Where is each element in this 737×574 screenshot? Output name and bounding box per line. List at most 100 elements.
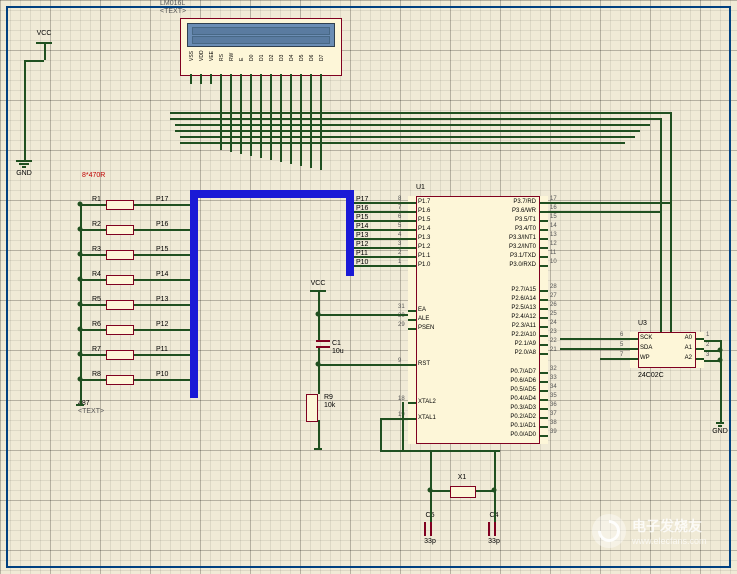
pin-name: P1.0	[418, 262, 430, 268]
net-label: P13	[156, 296, 168, 303]
lcd-pin	[200, 74, 202, 84]
lcd-pin	[260, 74, 262, 84]
resistor-ref: R7	[92, 346, 101, 353]
lcd-pin-label: VDD	[199, 50, 205, 61]
pin-name: P1.4	[418, 226, 430, 232]
resistor-ref: R1	[92, 196, 101, 203]
resistor-ref: R3	[92, 246, 101, 253]
pin-name: A1	[685, 345, 692, 351]
watermark-logo-icon	[592, 514, 626, 548]
lcd-pin	[190, 74, 192, 84]
lcd-pin-label: D1	[259, 55, 265, 61]
pin-number: 25	[550, 311, 557, 317]
pin-name: P0.2/AD2	[510, 414, 536, 420]
bus-segment-v2[interactable]	[346, 190, 354, 276]
pin-name: P0.4/AD4	[510, 396, 536, 402]
lcd-pin	[230, 74, 232, 84]
pin-number: 21	[550, 347, 557, 353]
component-lcd[interactable]	[180, 18, 342, 76]
pin-name: RST	[418, 361, 430, 367]
component-x1[interactable]	[450, 486, 476, 498]
pin-name: P3.6/WR	[512, 208, 536, 214]
pin-name: XTAL1	[418, 415, 436, 421]
pin-name: P1.3	[418, 235, 430, 241]
pin-number: 15	[550, 214, 557, 220]
lcd-pin-label: VSS	[189, 51, 195, 61]
resistor-ref: R6	[92, 321, 101, 328]
pin-number: 13	[550, 232, 557, 238]
pin-name: P0.3/AD3	[510, 405, 536, 411]
lcd-pin-label: D6	[309, 55, 315, 61]
u3-part: 24C02C	[638, 372, 664, 379]
pin-name: SCK	[640, 335, 652, 341]
x1-ref: X1	[458, 474, 467, 481]
r9-value: 10k	[324, 402, 335, 409]
pin-name: A2	[685, 355, 692, 361]
lcd-pin-label: D4	[289, 55, 295, 61]
c1-value: 10u	[332, 348, 344, 355]
watermark: 电子发烧友 www.elecfans.com	[592, 514, 707, 548]
bus-segment-h[interactable]	[190, 190, 352, 198]
pin-number: 11	[550, 250, 556, 256]
pin-name: WP	[640, 355, 650, 361]
component-resistor[interactable]	[106, 225, 134, 235]
lcd-pin-label: D0	[249, 55, 255, 61]
pin-name: P1.2	[418, 244, 430, 250]
pin-name: EA	[418, 307, 426, 313]
net-label: P10	[156, 371, 168, 378]
bus-segment-v1[interactable]	[190, 192, 198, 398]
pin-name: P2.3/A11	[512, 323, 536, 329]
net-label: P16	[156, 221, 168, 228]
net-label: P11	[156, 346, 168, 353]
r9-ref: R9	[324, 394, 333, 401]
lcd-pin	[320, 74, 322, 84]
pin-name: P2.7/A15	[511, 287, 536, 293]
lcd-pin	[270, 74, 272, 84]
pin-name: P3.2/INT0	[509, 244, 536, 250]
pin-name: P2.2/A10	[511, 332, 536, 338]
component-resistor[interactable]	[106, 300, 134, 310]
pin-number: 33	[550, 375, 557, 381]
pin-name: P1.1	[418, 253, 430, 259]
pin-number: 32	[550, 366, 557, 372]
component-resistor[interactable]	[106, 325, 134, 335]
resistor-ref: R5	[92, 296, 101, 303]
lcd-pin	[300, 74, 302, 84]
pin-name: P3.7/RD	[513, 199, 536, 205]
component-resistor[interactable]	[106, 275, 134, 285]
component-resistor[interactable]	[106, 250, 134, 260]
lcd-ref: LM016L	[160, 0, 185, 7]
component-resistor[interactable]	[106, 375, 134, 385]
pin-number: 2	[706, 342, 709, 348]
component-r9[interactable]	[306, 394, 318, 422]
component-resistor[interactable]	[106, 350, 134, 360]
lcd-pin	[240, 74, 242, 84]
c5-value: 33p	[424, 538, 436, 545]
pin-number: 38	[550, 420, 557, 426]
schematic-canvas[interactable]: VSSVDDVEERSRWED0D1D2D3D4D5D6D7 LM016L <T…	[0, 0, 737, 574]
pin-number: 24	[550, 320, 557, 326]
pin-number: 36	[550, 402, 557, 408]
pin-name: P2.6/A14	[511, 296, 536, 302]
pin-name: P0.0/AD0	[510, 432, 536, 438]
pin-number: 22	[550, 338, 557, 344]
pin-number: 28	[550, 284, 557, 290]
pin-number: 35	[550, 393, 557, 399]
pin-name: P0.6/AD6	[510, 378, 536, 384]
lcd-pin-label: RW	[229, 53, 235, 61]
lcd-pin-label: RS	[219, 54, 225, 61]
u1-ref: U1	[416, 184, 425, 191]
pin-name: P1.5	[418, 217, 430, 223]
label-vcc2: VCC	[311, 280, 326, 287]
pin-number: 27	[550, 293, 557, 299]
pin-number: 3	[706, 352, 709, 358]
net-label: P12	[156, 321, 168, 328]
pin-number: 26	[550, 302, 557, 308]
component-resistor[interactable]	[106, 200, 134, 210]
pin-name: P3.1/TXD	[510, 253, 536, 259]
pin-name: P3.4/T0	[515, 226, 536, 232]
resistor-ref: R8	[92, 371, 101, 378]
watermark-title: 电子发烧友	[632, 516, 707, 536]
pin-name: PSEN	[418, 325, 434, 331]
pin-name: P0.5/AD5	[510, 387, 536, 393]
